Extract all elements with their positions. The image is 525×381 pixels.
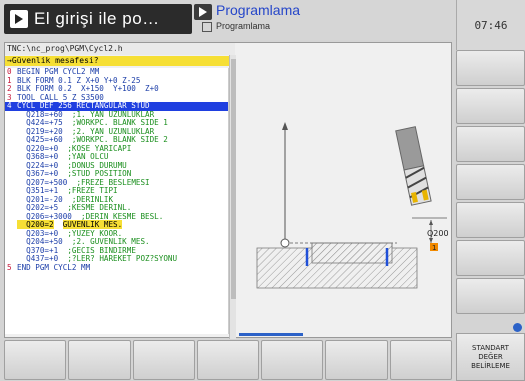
softkey-bottom-4[interactable] <box>196 340 260 380</box>
program-line[interactable]: 5 END PGM CYCL2 MM <box>5 262 228 273</box>
program-editor[interactable]: 0 BEGIN PGM CYCL2 MM 1 BLK FORM 0.1 Z X+0 Y… <box>5 67 229 334</box>
axis-arrow <box>282 122 288 130</box>
help-graphic: Q200 1 <box>237 68 451 330</box>
main-panel: TNC:\nc_prog\PGM\Cycl2.h →Güvenlik mesaf… <box>4 42 452 339</box>
stud <box>311 242 393 264</box>
programming-tab[interactable]: Programlama Programlama <box>194 2 334 36</box>
softkey-right-2[interactable] <box>456 88 525 124</box>
programming-title: Programlama <box>216 2 301 18</box>
file-path: TNC:\nc_prog\PGM\Cycl2.h <box>5 43 235 55</box>
softkey-bottom-6[interactable] <box>325 340 388 380</box>
help-icon[interactable] <box>513 323 522 332</box>
line-number: 5 <box>7 262 12 272</box>
programming-sub-icon <box>202 22 212 32</box>
softkey-right-7[interactable] <box>456 278 525 314</box>
scrollbar-thumb[interactable] <box>231 59 236 299</box>
softkey-bottom-1[interactable] <box>4 340 67 380</box>
programming-subtitle: Programlama <box>216 21 271 31</box>
softkey-right-5[interactable] <box>456 202 525 238</box>
line-code: END PGM CYCL2 MM <box>17 262 91 272</box>
softkey-bottom-7[interactable] <box>389 340 452 380</box>
active-window-indicator <box>239 333 303 336</box>
softkey-right-1[interactable] <box>456 50 525 86</box>
milling-tool <box>395 126 432 206</box>
mode-tab-label: El girişi ile po… <box>34 9 160 28</box>
softkey-bottom-3[interactable] <box>132 340 195 380</box>
programming-icon <box>194 4 212 20</box>
standard-value-line2: DEĞER <box>478 352 503 361</box>
softkey-bottom-2[interactable] <box>68 340 131 380</box>
softkey-right-4[interactable] <box>456 164 525 200</box>
softkey-right-3[interactable] <box>456 126 525 162</box>
origin-marker <box>280 238 290 248</box>
editor-scrollbar[interactable] <box>229 55 236 339</box>
cycle-badge-label: 1 <box>432 244 436 252</box>
q200-label: Q200 <box>427 229 449 238</box>
mode-tab[interactable]: El girişi ile po… <box>4 4 192 34</box>
horizontal-softkey-bar <box>4 340 454 380</box>
line-number: 4 <box>7 101 12 110</box>
vertical-softkey-bar <box>456 50 525 316</box>
manual-mode-icon <box>10 10 28 28</box>
standard-value-line1: STANDART <box>472 343 509 352</box>
softkey-bottom-5[interactable] <box>261 340 324 380</box>
standard-value-button[interactable]: STANDART DEĞER BELİRLEME <box>456 333 525 381</box>
standard-value-line3: BELİRLEME <box>471 361 510 370</box>
clock: 07:46 <box>456 0 525 50</box>
stud-cycle-diagram: Q200 1 <box>256 122 449 289</box>
header: El girişi ile po… Programlama Programlam… <box>0 0 525 40</box>
softkey-right-6[interactable] <box>456 240 525 276</box>
dialog-prompt: →Güvenlik mesafesi? <box>5 56 229 66</box>
